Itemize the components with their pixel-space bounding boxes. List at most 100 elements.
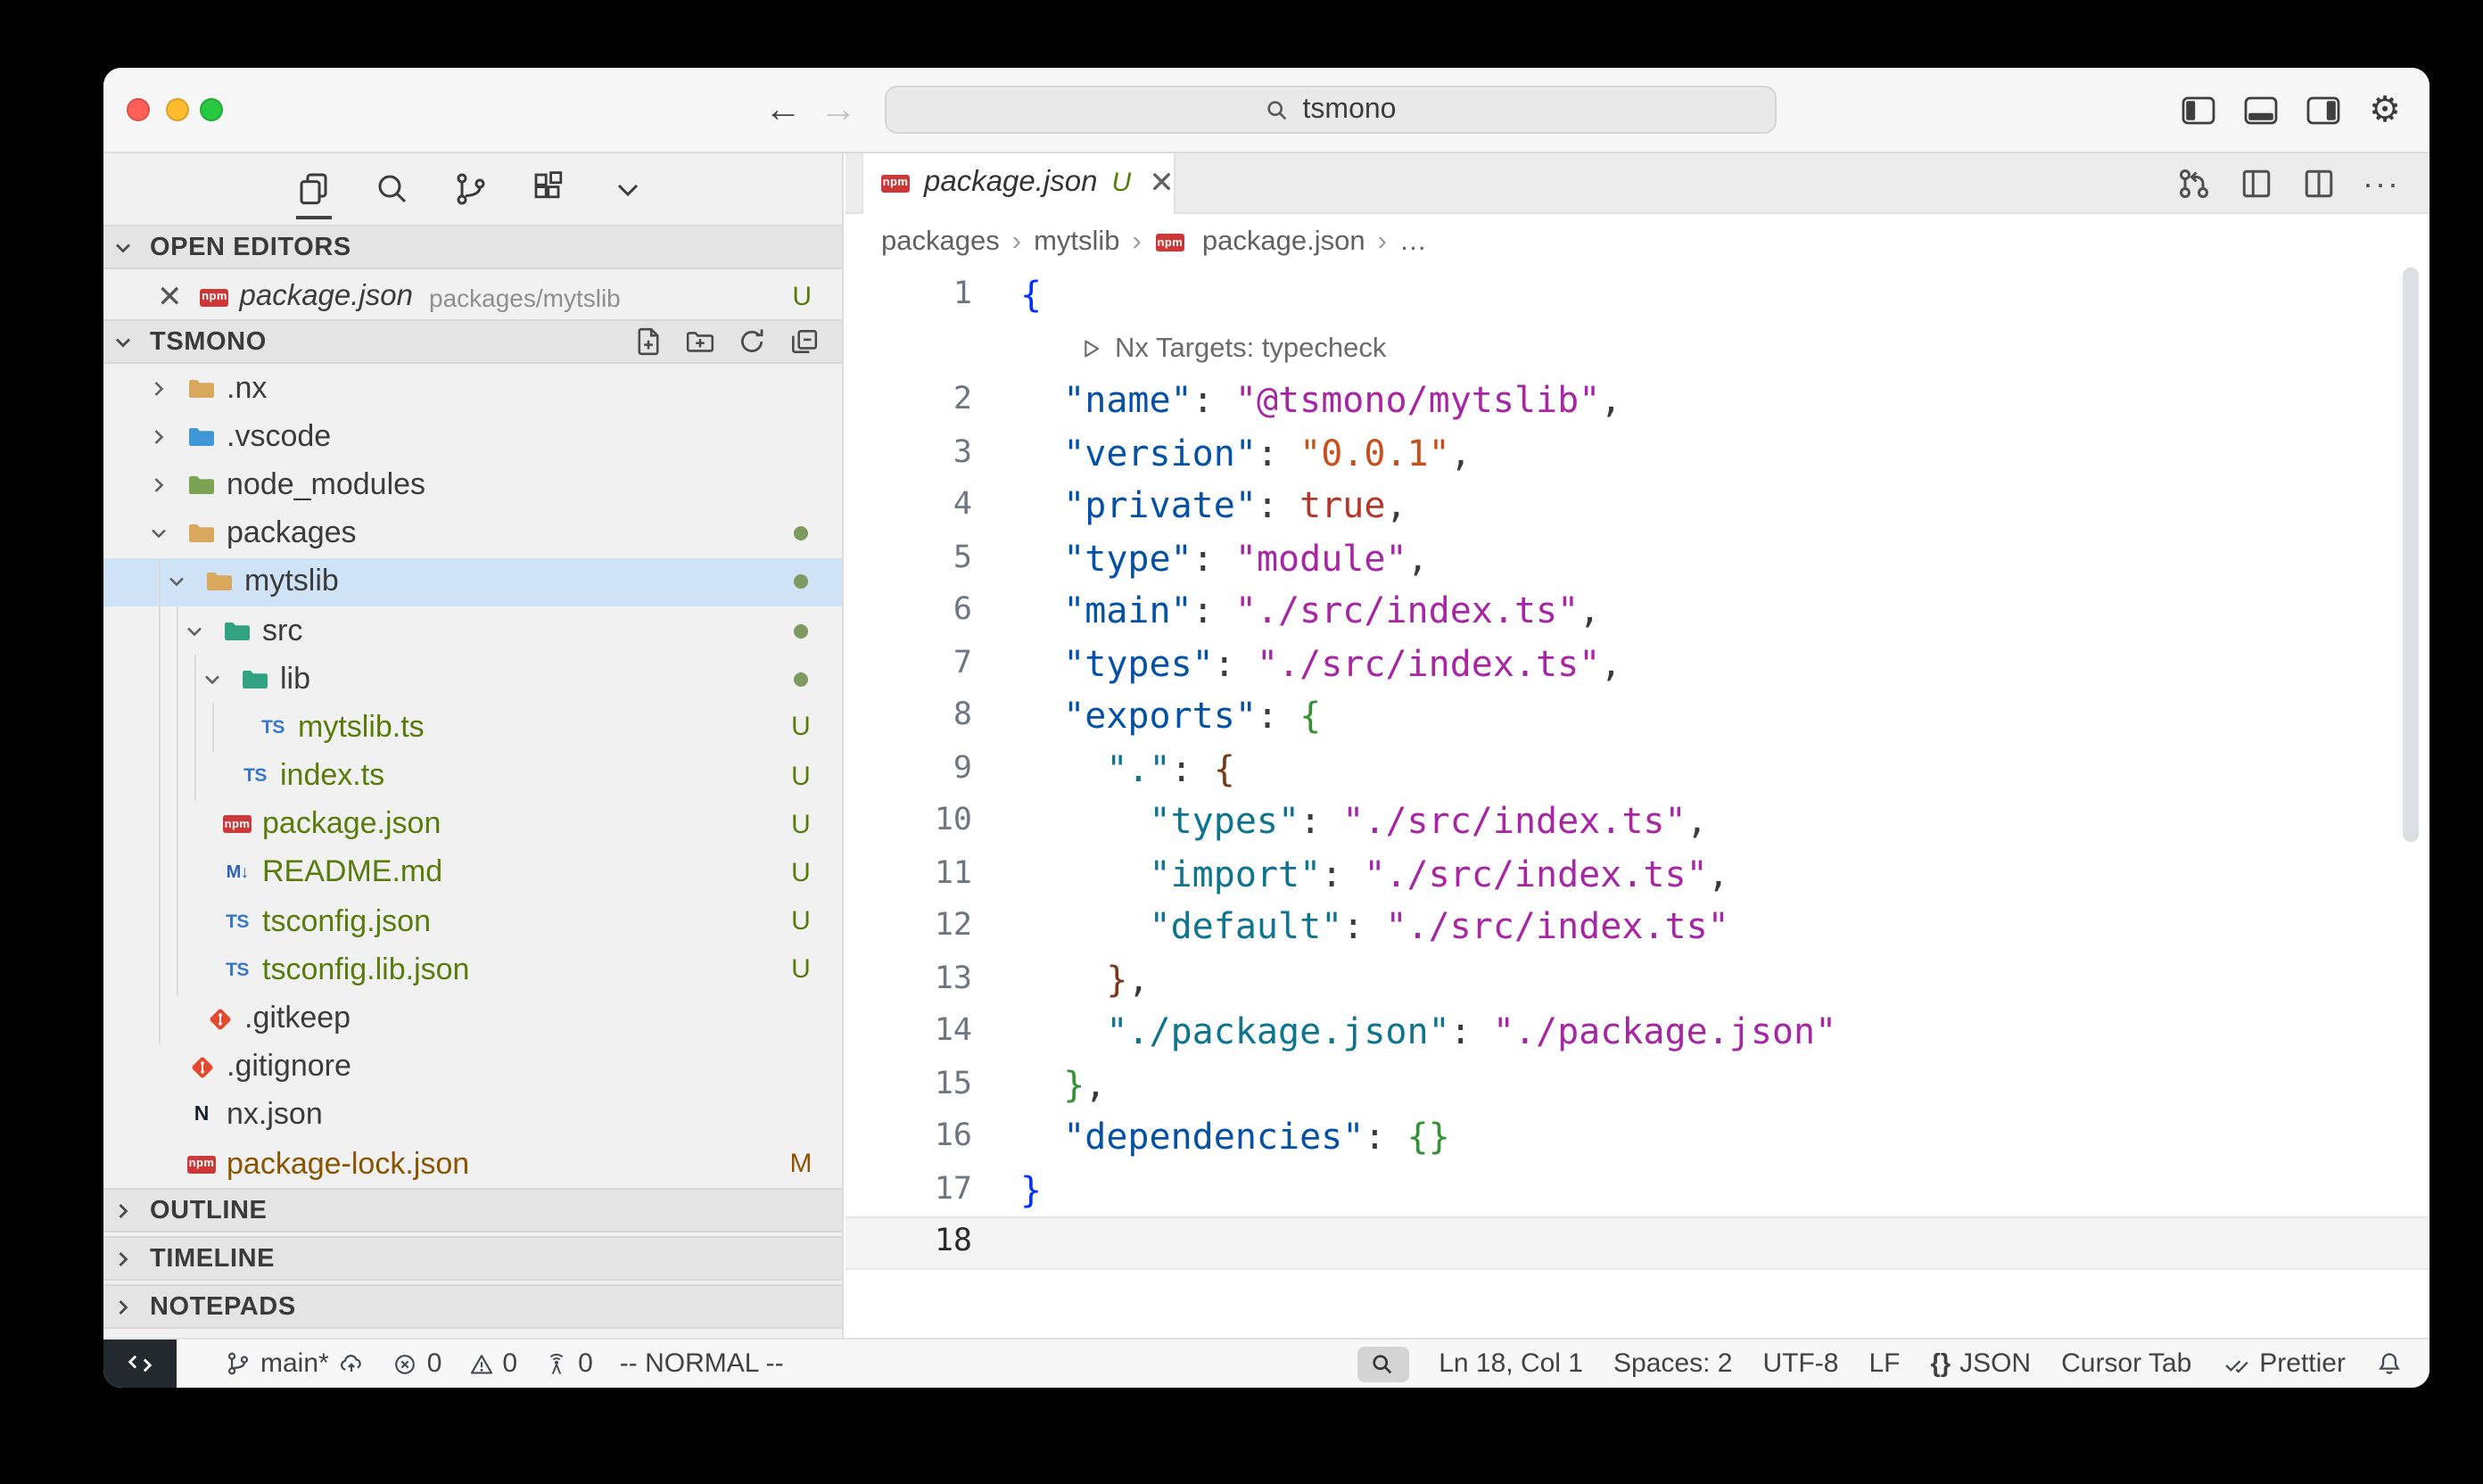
- window-minimize-button[interactable]: [166, 98, 189, 121]
- section-header-outline[interactable]: OUTLINE: [103, 1188, 842, 1233]
- search-view-icon[interactable]: [371, 168, 414, 210]
- breadcrumb-item-packages[interactable]: packages: [881, 227, 1000, 259]
- code-line-6[interactable]: 6 "main": "./src/index.ts",: [846, 585, 2429, 638]
- explorer-view-icon[interactable]: [293, 168, 335, 210]
- window-zoom-button[interactable]: [200, 98, 223, 121]
- toggle-panel-icon[interactable]: [2240, 91, 2280, 130]
- editor-scrollbar[interactable]: [2403, 268, 2419, 842]
- code-line-9[interactable]: 9 ".": {: [846, 743, 2429, 796]
- indentation[interactable]: Spaces: 2: [1613, 1348, 1732, 1379]
- toggle-secondary-sidebar-icon[interactable]: [2303, 91, 2342, 130]
- tree-item-nx.json[interactable]: Nnx.json: [103, 1092, 842, 1140]
- cursor-position[interactable]: Ln 18, Col 1: [1439, 1348, 1583, 1379]
- collapse-folders-icon[interactable]: [787, 326, 819, 358]
- code-line-2[interactable]: 2 "name": "@tsmono/mytslib",: [846, 375, 2429, 427]
- cursor-tab[interactable]: Cursor Tab: [2061, 1348, 2191, 1379]
- navigate-back-button[interactable]: ←: [760, 87, 806, 134]
- tree-item-src[interactable]: src: [103, 606, 842, 655]
- explorer-section-header[interactable]: TSMONO: [103, 319, 842, 364]
- code-line-16[interactable]: 16 "dependencies": {}: [846, 1111, 2429, 1164]
- codelens-nx-targets[interactable]: Nx Targets: typecheck: [1079, 322, 1386, 375]
- tree-item-tsconfig.json[interactable]: TStsconfig.jsonU: [103, 897, 842, 945]
- code-line-18[interactable]: 18: [846, 1216, 2429, 1269]
- code-editor[interactable]: 1{Nx Targets: typecheck2 "name": "@tsmon…: [846, 269, 2429, 1338]
- problems-warnings[interactable]: 0: [468, 1348, 517, 1379]
- chevron-right-icon[interactable]: [146, 473, 171, 498]
- remote-indicator[interactable]: [103, 1340, 177, 1388]
- code-line-15[interactable]: 15 },: [846, 1059, 2429, 1111]
- open-editor-item[interactable]: ✕ npm package.json packages/mytslib U: [103, 273, 842, 321]
- editor-search-indicator[interactable]: [1357, 1346, 1408, 1381]
- vim-mode[interactable]: -- NORMAL --: [620, 1348, 784, 1379]
- code-line-8[interactable]: 8 "exports": {: [846, 690, 2429, 743]
- explorer-actions: [631, 326, 842, 358]
- tree-item-mytslib[interactable]: mytslib: [103, 558, 842, 606]
- formatter[interactable]: Prettier: [2222, 1348, 2346, 1379]
- code-line-3[interactable]: 3 "version": "0.0.1",: [846, 427, 2429, 480]
- tree-item-tsconfig.lib.json[interactable]: TStsconfig.lib.jsonU: [103, 946, 842, 994]
- new-file-icon[interactable]: [631, 326, 664, 358]
- code-line-4[interactable]: 4 "private": true,: [846, 480, 2429, 532]
- breadcrumb-item-…[interactable]: …: [1399, 227, 1427, 259]
- chevron-down-icon[interactable]: [200, 666, 225, 691]
- compare-changes-icon[interactable]: [2176, 165, 2212, 201]
- source-control-view-icon[interactable]: [450, 168, 492, 210]
- language-mode[interactable]: {}JSON: [1930, 1348, 2031, 1379]
- section-header-notepads[interactable]: NOTEPADS: [103, 1284, 842, 1329]
- tree-item-node_modules[interactable]: node_modules: [103, 461, 842, 509]
- code-line-7[interactable]: 7 "types": "./src/index.ts",: [846, 638, 2429, 690]
- code-line-14[interactable]: 14 "./package.json": "./package.json": [846, 1006, 2429, 1059]
- open-layout-icon[interactable]: [2239, 165, 2274, 201]
- split-editor-icon[interactable]: [2301, 165, 2337, 201]
- command-center-search[interactable]: tsmono: [885, 86, 1777, 134]
- encoding-label: UTF-8: [1762, 1348, 1838, 1379]
- chevron-right-icon[interactable]: [146, 375, 171, 400]
- breadcrumb-item-mytslib[interactable]: mytslib: [1034, 227, 1119, 259]
- tree-item-.gitignore[interactable]: .gitignore: [103, 1043, 842, 1091]
- tree-item-.nx[interactable]: .nx: [103, 364, 842, 412]
- ports[interactable]: 0: [544, 1348, 593, 1379]
- new-folder-icon[interactable]: [683, 326, 715, 358]
- tree-item-.vscode[interactable]: .vscode: [103, 412, 842, 460]
- tree-item-mytslib.ts[interactable]: TSmytslib.tsU: [103, 704, 842, 752]
- navigate-forward-button[interactable]: →: [815, 87, 862, 134]
- code-line-11[interactable]: 11 "import": "./src/index.ts",: [846, 848, 2429, 901]
- tree-item-label: package-lock.json: [227, 1146, 469, 1182]
- code-line-17[interactable]: 17}: [846, 1164, 2429, 1216]
- git-branch[interactable]: main*: [225, 1348, 367, 1379]
- tree-item-index.ts[interactable]: TSindex.tsU: [103, 752, 842, 800]
- code-line-12[interactable]: 12 "default": "./src/index.ts": [846, 901, 2429, 953]
- tree-item-package.json[interactable]: npmpackage.jsonU: [103, 800, 842, 848]
- code-line-13[interactable]: 13 },: [846, 953, 2429, 1006]
- notifications[interactable]: [2376, 1350, 2403, 1377]
- code-line-5[interactable]: 5 "type": "module",: [846, 532, 2429, 585]
- window-close-button[interactable]: [127, 98, 150, 121]
- extensions-view-icon[interactable]: [528, 168, 571, 210]
- tree-item-packages[interactable]: packages: [103, 509, 842, 557]
- breadcrumb-item-package.json[interactable]: npmpackage.json: [1154, 227, 1365, 259]
- settings-gear-icon[interactable]: ⚙: [2365, 91, 2405, 130]
- more-views-chevron-icon[interactable]: [606, 168, 649, 210]
- tree-item-.gitkeep[interactable]: .gitkeep: [103, 994, 842, 1043]
- toggle-primary-sidebar-icon[interactable]: [2178, 91, 2217, 130]
- chevron-down-icon[interactable]: [146, 521, 171, 546]
- tree-item-README.md[interactable]: M↓README.mdU: [103, 849, 842, 897]
- refresh-icon[interactable]: [735, 326, 767, 358]
- code-line-1[interactable]: 1{: [846, 269, 2429, 322]
- close-editor-icon[interactable]: ✕: [157, 279, 183, 315]
- chevron-right-icon[interactable]: [146, 425, 171, 449]
- more-actions-icon[interactable]: ···: [2363, 165, 2399, 201]
- tab-package-json[interactable]: npm package.json U ✕: [862, 153, 1176, 213]
- tab-close-icon[interactable]: ✕: [1149, 165, 1175, 201]
- problems-errors[interactable]: 0: [393, 1348, 442, 1379]
- chevron-down-icon[interactable]: [164, 570, 189, 595]
- code-line-10[interactable]: 10 "types": "./src/index.ts",: [846, 796, 2429, 848]
- section-header-timeline[interactable]: TIMELINE: [103, 1236, 842, 1281]
- encoding[interactable]: UTF-8: [1762, 1348, 1838, 1379]
- tree-item-package-lock.json[interactable]: npmpackage-lock.jsonM: [103, 1140, 842, 1188]
- eol[interactable]: LF: [1868, 1348, 1900, 1379]
- chevron-down-icon[interactable]: [182, 618, 207, 643]
- tree-item-lib[interactable]: lib: [103, 655, 842, 703]
- status-bar-left: main*000-- NORMAL --: [103, 1340, 784, 1388]
- open-editors-header[interactable]: OPEN EDITORS: [103, 225, 842, 269]
